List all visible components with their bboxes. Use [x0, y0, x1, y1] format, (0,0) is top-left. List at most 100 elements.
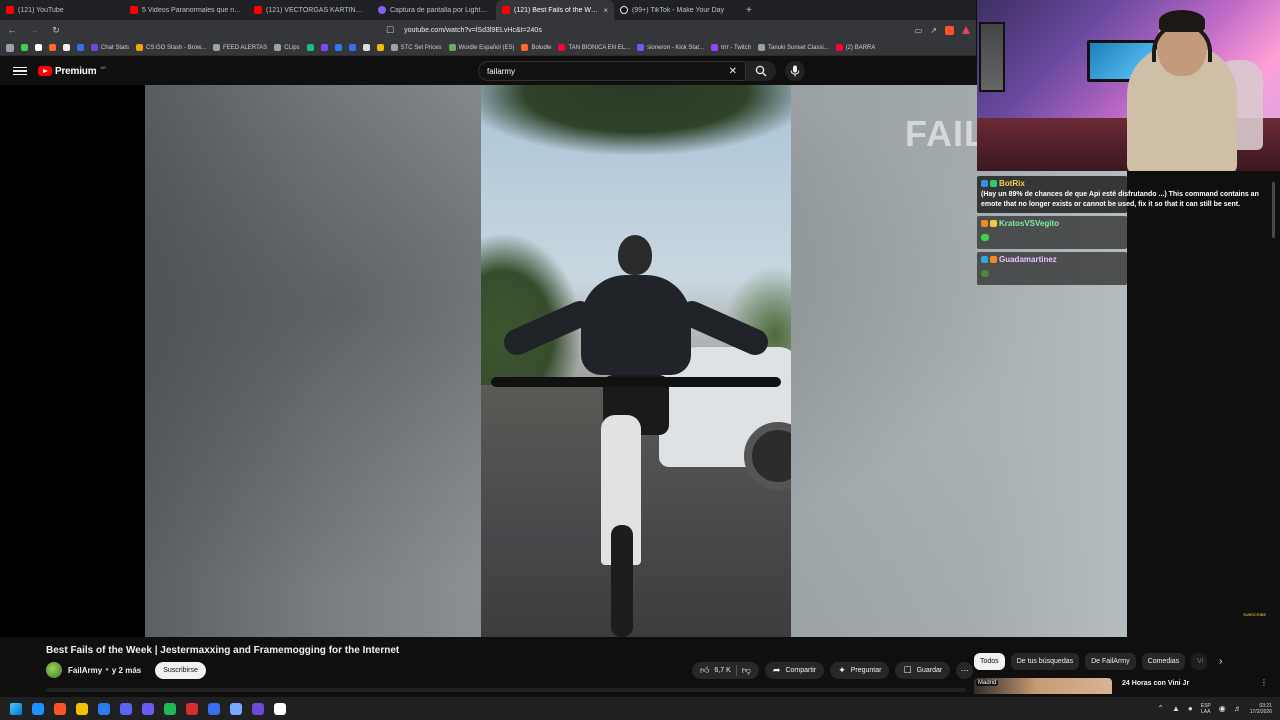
filter-chip[interactable]: De FailArmy — [1085, 653, 1136, 670]
bookmark-favicon-icon — [521, 44, 529, 51]
bookmark-icon[interactable]: ☐ — [386, 25, 394, 36]
bookmark-item[interactable] — [77, 44, 84, 51]
bookmark-item[interactable]: trrr - Twitch — [711, 44, 751, 51]
new-tab-button[interactable]: + — [738, 0, 760, 20]
clock[interactable]: 03:21 17/2/2026 — [1250, 703, 1272, 715]
bookmark-item[interactable]: STC Set Prices — [390, 44, 442, 51]
search-button[interactable] — [746, 61, 776, 81]
input-language[interactable]: ESP LAA — [1201, 703, 1211, 715]
browser-tab[interactable]: Captura de pantalla por Lightshot — [372, 0, 496, 20]
taskbar-app-icon[interactable] — [274, 702, 286, 715]
bookmark-item[interactable] — [334, 44, 342, 51]
hamburger-menu-icon[interactable] — [13, 66, 27, 76]
save-button[interactable]: ☐ Guardar — [895, 661, 951, 679]
bookmark-item[interactable]: TAN BIONICA EN EL... — [558, 44, 630, 51]
filter-chip[interactable]: Todos — [974, 653, 1005, 670]
browser-tab[interactable]: (99+) TikTok - Make Your Day — [614, 0, 738, 20]
browser-tab[interactable]: (121) VECTORGAS KARTING 64 | beta — [248, 0, 372, 20]
channel-name[interactable]: FailArmy — [68, 666, 102, 675]
tab-label: (121) YouTube — [18, 6, 64, 14]
bookmark-item[interactable] — [376, 44, 384, 51]
bookmark-item[interactable] — [362, 44, 370, 51]
browser-tab[interactable]: (121) YouTube — [0, 0, 124, 20]
taskbar-app-icon[interactable] — [230, 702, 242, 715]
more-actions-icon[interactable]: ⋯ — [956, 661, 974, 679]
related-video[interactable]: Madrid 24 Horas con Vini Jr ⋮ — [974, 678, 1274, 694]
search-input[interactable]: failarmy ✕ — [478, 61, 746, 81]
bookmark-item[interactable]: sioneron - Kick Stat... — [637, 44, 704, 51]
bookmark-item[interactable]: Wordle Español (ES) — [448, 44, 515, 51]
related-more-icon[interactable]: ⋮ — [1260, 678, 1268, 694]
like-icon[interactable]: 👍︎ — [700, 665, 709, 676]
share-icon[interactable]: ↗ — [930, 26, 937, 35]
youtube-icon — [254, 6, 262, 14]
taskbar-app-icon[interactable] — [76, 702, 88, 715]
bookmark-item[interactable] — [21, 44, 28, 51]
voice-search-button[interactable] — [785, 61, 805, 81]
forward-arrow-icon[interactable]: → — [28, 25, 40, 35]
bookmark-item[interactable] — [35, 44, 42, 51]
collab-count[interactable]: y 2 más — [112, 666, 141, 675]
bookmark-item[interactable] — [49, 44, 56, 51]
tab-close-icon[interactable]: × — [603, 6, 608, 15]
chat-username[interactable]: KratosVSVegito — [999, 219, 1059, 228]
bookmark-item[interactable]: Chat Stats — [91, 44, 129, 51]
browser-tab[interactable]: (121) Best Fails of the Week | Jes × — [496, 0, 614, 20]
subscribe-button[interactable]: Suscribirse — [155, 661, 206, 679]
related-thumbnail[interactable]: Madrid — [974, 678, 1112, 694]
taskbar-app-icon[interactable] — [142, 702, 154, 715]
taskbar-app-icon[interactable] — [208, 702, 220, 715]
bookmark-item[interactable]: FEED ALERTAS — [213, 44, 267, 51]
tray-volume-icon[interactable]: ♬ — [1234, 704, 1242, 713]
brave-rewards-icon[interactable] — [962, 26, 970, 34]
tray-network-icon[interactable]: ▲ — [1172, 704, 1180, 713]
taskbar-app-icon[interactable] — [186, 702, 198, 715]
filter-chip[interactable]: De tus búsquedas — [1010, 653, 1080, 670]
youtube-logo[interactable]: Premium AR — [38, 65, 106, 77]
bookmark-label: CLips — [284, 44, 300, 51]
chevron-right-icon[interactable]: › — [1219, 656, 1222, 667]
bookmark-item[interactable]: Tanuki Sunset Classi... — [757, 44, 829, 51]
url-field[interactable]: youtube.com/watch?v=lSd3l9ELvHc&t=240s — [404, 27, 905, 34]
bookmark-item[interactable]: CS:GO Stash - Brow... — [136, 44, 206, 51]
clear-search-icon[interactable]: ✕ — [729, 66, 737, 77]
taskbar-app-icon[interactable] — [164, 702, 176, 715]
tray-mic-icon[interactable]: ● — [1188, 704, 1193, 713]
taskbar-app-icon[interactable] — [252, 702, 264, 715]
filter-chip[interactable]: Comedias — [1141, 653, 1186, 670]
apps-grid-icon[interactable] — [6, 43, 14, 52]
tray-chevron-up-icon[interactable]: ⌃ — [1157, 704, 1164, 713]
browser-tab[interactable]: 5 Videos Paranormales que no te dejarán … — [124, 0, 248, 20]
tray-wifi-icon[interactable]: ◉ — [1219, 704, 1226, 713]
reload-icon[interactable]: ↻ — [50, 25, 62, 36]
video-player[interactable]: FAIL — [0, 85, 1127, 637]
like-count[interactable]: 6,7 K — [714, 667, 730, 674]
brave-shield-icon[interactable] — [945, 25, 954, 35]
taskbar-app-icon[interactable] — [54, 702, 66, 715]
taskbar-app-icon[interactable] — [32, 702, 44, 715]
filter-chip[interactable]: Vi — [1191, 653, 1208, 670]
cast-icon[interactable]: ▭ — [915, 26, 923, 35]
chat-username[interactable]: Guadamartinez — [999, 255, 1057, 264]
channel-avatar[interactable] — [46, 662, 62, 678]
bookmark-item[interactable] — [320, 44, 328, 51]
bookmark-label: Wordle Español (ES) — [458, 44, 515, 51]
bookmark-item[interactable] — [306, 44, 314, 51]
bookmark-item[interactable] — [63, 44, 70, 51]
ask-button[interactable]: ✦ Preguntar — [830, 661, 890, 679]
windows-start-icon[interactable] — [10, 702, 22, 715]
related-title[interactable]: 24 Horas con Vini Jr — [1122, 680, 1254, 694]
bookmark-item[interactable]: CLips — [274, 44, 300, 51]
bookmark-item[interactable]: Boludle — [521, 44, 551, 51]
taskbar-app-icon[interactable] — [120, 702, 132, 715]
microphone-icon — [790, 65, 800, 77]
share-button[interactable]: ➦ Compartir — [764, 661, 825, 679]
chat-username[interactable]: BotRix — [999, 179, 1025, 188]
dislike-icon[interactable]: 👎︎ — [742, 665, 751, 676]
bookmark-item[interactable]: (2) BARRA — [835, 44, 875, 51]
description-box[interactable] — [46, 688, 966, 692]
back-arrow-icon[interactable]: ← — [6, 25, 18, 35]
taskbar-app-icon[interactable] — [98, 702, 110, 715]
bookmark-item[interactable] — [348, 44, 356, 51]
chat-scrollbar-thumb[interactable] — [1272, 182, 1275, 238]
